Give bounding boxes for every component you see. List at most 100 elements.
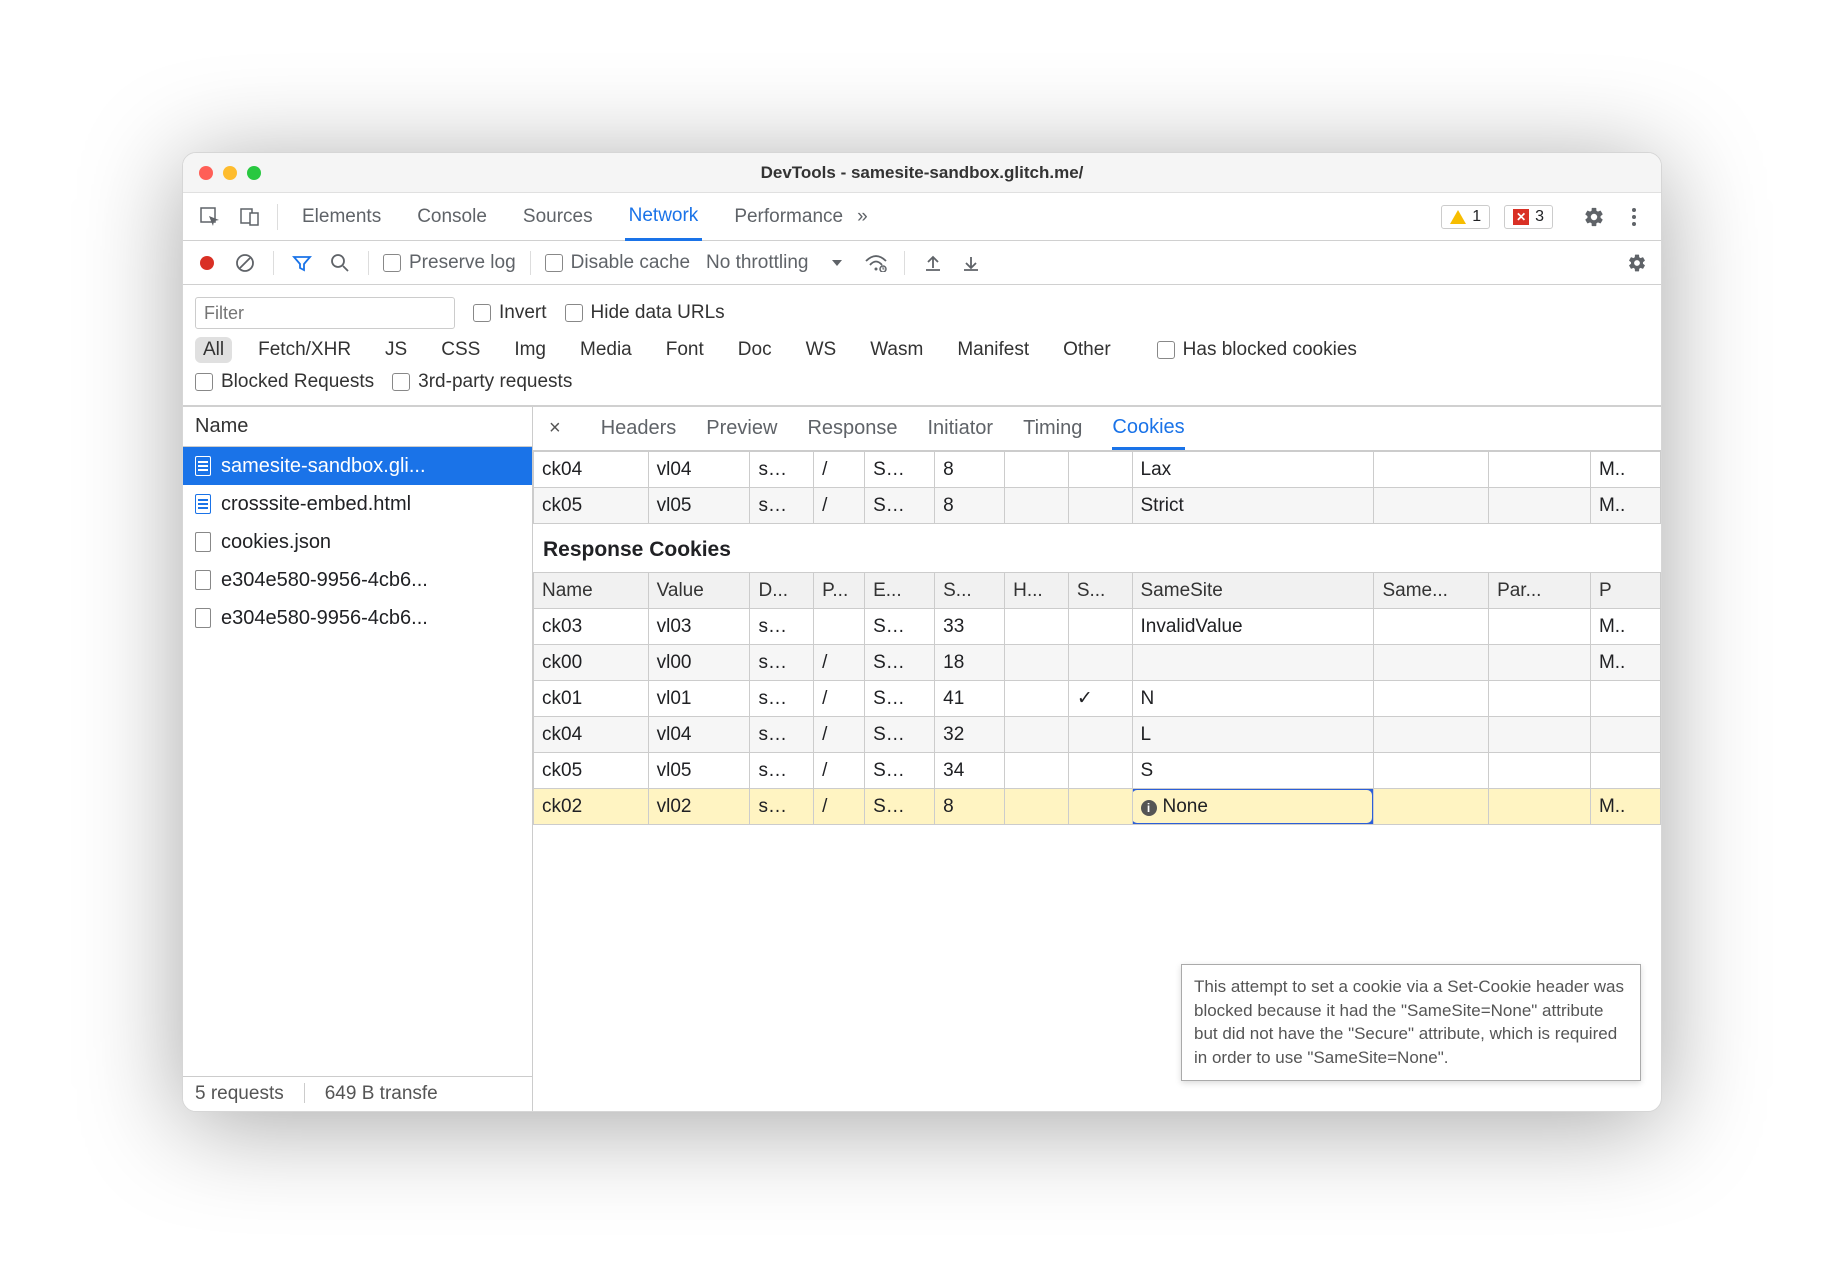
preserve-log-checkbox[interactable]: Preserve log xyxy=(383,252,516,274)
request-item[interactable]: e304e580-9956-4cb6... xyxy=(183,599,532,637)
kebab-menu-icon[interactable] xyxy=(1617,200,1651,234)
filter-chip-wasm[interactable]: Wasm xyxy=(862,337,931,363)
column-header[interactable]: H... xyxy=(1005,573,1069,609)
file-icon xyxy=(195,608,211,628)
download-har-icon[interactable] xyxy=(957,249,985,277)
network-settings-gear-icon[interactable] xyxy=(1623,249,1651,277)
filter-chip-all[interactable]: All xyxy=(195,337,232,363)
column-header[interactable]: Par... xyxy=(1489,573,1591,609)
filter-chip-font[interactable]: Font xyxy=(658,337,712,363)
request-item[interactable]: cookies.json xyxy=(183,523,532,561)
request-name: samesite-sandbox.gli... xyxy=(221,455,426,478)
filter-chip-fetch-xhr[interactable]: Fetch/XHR xyxy=(250,337,359,363)
main-tab-sources[interactable]: Sources xyxy=(519,193,597,240)
inspect-icon[interactable] xyxy=(193,200,227,234)
table-row[interactable]: ck02vl02s…/S…8iNoneM.. xyxy=(534,789,1661,825)
request-name: e304e580-9956-4cb6... xyxy=(221,569,428,592)
detail-tab-headers[interactable]: Headers xyxy=(601,407,677,450)
filter-chip-css[interactable]: CSS xyxy=(433,337,488,363)
minimize-window-button[interactable] xyxy=(223,166,237,180)
request-item[interactable]: samesite-sandbox.gli... xyxy=(183,447,532,485)
invert-label: Invert xyxy=(499,302,547,324)
column-header[interactable]: P... xyxy=(814,573,865,609)
invert-checkbox[interactable]: Invert xyxy=(473,302,547,324)
detail-panel: × Headers Preview Response Initiator Timing C… xyxy=(533,407,1661,1111)
throttling-dropdown[interactable]: No throttling xyxy=(706,252,842,274)
detail-tab-initiator[interactable]: Initiator xyxy=(928,407,994,450)
detail-tabstrip: × Headers Preview Response Initiator Timing C… xyxy=(533,407,1661,451)
warnings-count: 1 xyxy=(1472,208,1481,226)
column-header[interactable]: Same... xyxy=(1374,573,1489,609)
titlebar: DevTools - samesite-sandbox.glitch.me/ xyxy=(183,153,1661,193)
filter-chip-img[interactable]: Img xyxy=(506,337,554,363)
column-header[interactable]: P xyxy=(1590,573,1660,609)
blocked-requests-label: Blocked Requests xyxy=(221,371,374,393)
table-row[interactable]: ck05vl05s…/S…34S xyxy=(534,753,1661,789)
network-toolbar: Preserve log Disable cache No throttling xyxy=(183,241,1661,285)
filter-chip-js[interactable]: JS xyxy=(377,337,415,363)
samesite-none-cell: iNone xyxy=(1132,789,1374,825)
close-detail-button[interactable]: × xyxy=(549,417,561,440)
close-window-button[interactable] xyxy=(199,166,213,180)
has-blocked-cookies-checkbox[interactable]: Has blocked cookies xyxy=(1157,339,1357,361)
detail-tab-preview[interactable]: Preview xyxy=(706,407,777,450)
column-header[interactable]: Name xyxy=(534,573,649,609)
table-row[interactable]: ck05vl05s…/S…8StrictM.. xyxy=(534,488,1661,524)
table-row[interactable]: ck00vl00s…/S…18M.. xyxy=(534,645,1661,681)
warning-icon xyxy=(1450,210,1466,224)
table-row[interactable]: ck04vl04s…/S…32L xyxy=(534,717,1661,753)
main-tab-console[interactable]: Console xyxy=(413,193,491,240)
record-button[interactable] xyxy=(193,249,221,277)
main-tab-elements[interactable]: Elements xyxy=(298,193,385,240)
warnings-badge[interactable]: 1 xyxy=(1441,205,1490,229)
sidebar-header: Name xyxy=(183,407,532,447)
main-tab-performance[interactable]: Performance xyxy=(730,193,847,240)
disable-cache-checkbox[interactable]: Disable cache xyxy=(545,252,690,274)
request-list[interactable]: samesite-sandbox.gli... crosssite-embed.h… xyxy=(183,447,532,1076)
errors-badge[interactable]: ✕ 3 xyxy=(1504,205,1553,229)
table-row[interactable]: ck01vl01s…/S…41✓N xyxy=(534,681,1661,717)
upload-har-icon[interactable] xyxy=(919,249,947,277)
file-icon xyxy=(195,570,211,590)
clear-button[interactable] xyxy=(231,249,259,277)
chevron-down-icon xyxy=(832,260,842,266)
network-conditions-icon[interactable] xyxy=(862,249,890,277)
hide-data-urls-checkbox[interactable]: Hide data URLs xyxy=(565,302,725,324)
filter-icon[interactable] xyxy=(288,249,316,277)
request-sidebar: Name samesite-sandbox.gli... crosssite-em… xyxy=(183,407,533,1111)
request-item[interactable]: e304e580-9956-4cb6... xyxy=(183,561,532,599)
table-row[interactable]: ck03vl03s…S…33InvalidValueM.. xyxy=(534,609,1661,645)
column-header[interactable]: S... xyxy=(1068,573,1132,609)
column-header[interactable]: Value xyxy=(648,573,750,609)
third-party-checkbox[interactable]: 3rd-party requests xyxy=(392,371,572,393)
column-header[interactable]: D... xyxy=(750,573,814,609)
request-item[interactable]: crosssite-embed.html xyxy=(183,485,532,523)
request-name: crosssite-embed.html xyxy=(221,493,411,516)
more-tabs-button[interactable]: » xyxy=(853,193,872,240)
settings-gear-icon[interactable] xyxy=(1577,200,1611,234)
column-header[interactable]: S... xyxy=(935,573,1005,609)
filter-chip-manifest[interactable]: Manifest xyxy=(949,337,1037,363)
filter-bar: Invert Hide data URLs All Fetch/XHR JS CSS I… xyxy=(183,285,1661,406)
blocked-requests-checkbox[interactable]: Blocked Requests xyxy=(195,371,374,393)
detail-tab-cookies[interactable]: Cookies xyxy=(1112,407,1184,450)
column-header[interactable]: SameSite xyxy=(1132,573,1374,609)
filter-chip-doc[interactable]: Doc xyxy=(730,337,780,363)
throttling-label: No throttling xyxy=(706,252,808,274)
filter-chip-other[interactable]: Other xyxy=(1055,337,1119,363)
filter-input[interactable] xyxy=(195,297,455,329)
maximize-window-button[interactable] xyxy=(247,166,261,180)
info-icon[interactable]: i xyxy=(1141,800,1157,816)
search-icon[interactable] xyxy=(326,249,354,277)
sidebar-status: 5 requests 649 B transfe xyxy=(183,1076,532,1111)
main-tab-network[interactable]: Network xyxy=(625,194,703,241)
column-header[interactable]: E... xyxy=(865,573,935,609)
document-icon xyxy=(195,456,211,476)
preserve-log-label: Preserve log xyxy=(409,252,516,274)
device-toolbar-icon[interactable] xyxy=(233,200,267,234)
table-row[interactable]: ck04vl04s…/S…8LaxM.. xyxy=(534,452,1661,488)
detail-tab-response[interactable]: Response xyxy=(807,407,897,450)
detail-tab-timing[interactable]: Timing xyxy=(1023,407,1082,450)
filter-chip-ws[interactable]: WS xyxy=(798,337,845,363)
filter-chip-media[interactable]: Media xyxy=(572,337,640,363)
